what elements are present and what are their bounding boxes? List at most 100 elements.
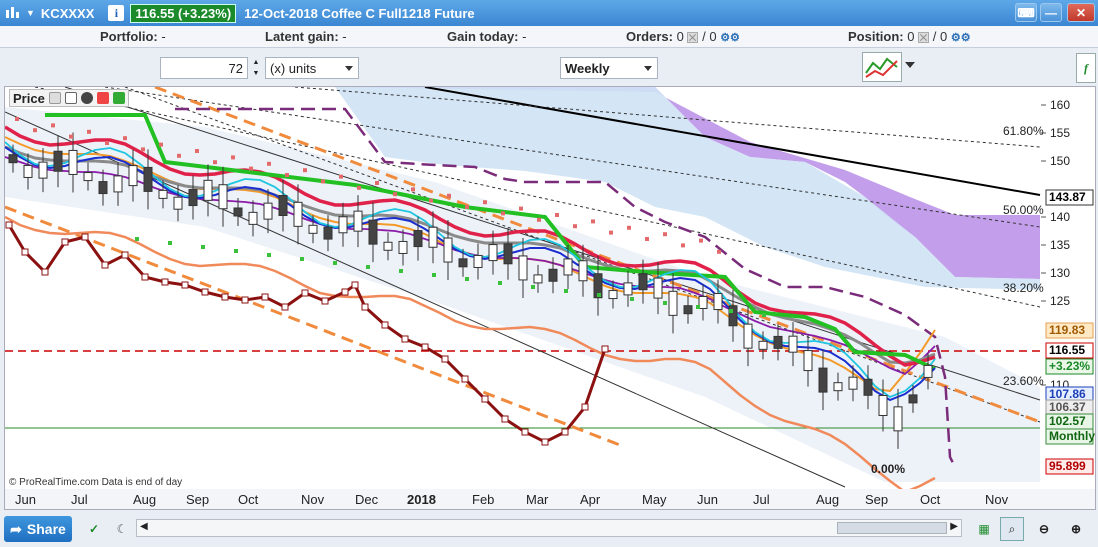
sar-dot: [15, 117, 19, 121]
candle-body: [548, 268, 558, 282]
candle-body: [758, 340, 768, 350]
momentum-point: [221, 293, 229, 301]
zoom-out-icon[interactable]: ⊖: [1032, 517, 1056, 541]
close-button[interactable]: ✕: [1067, 3, 1095, 22]
time-axis-label: Oct: [920, 492, 941, 507]
units-select[interactable]: (x) units: [265, 57, 359, 79]
position-count: 0: [907, 29, 915, 44]
instrument-description: 12-Oct-2018 Coffee C Full1218 Future: [244, 5, 475, 21]
sar-dot: [498, 281, 502, 285]
momentum-point: [421, 343, 429, 351]
candle-body: [413, 230, 423, 248]
time-axis-label: Feb: [472, 492, 494, 507]
share-button[interactable]: ➦ Share: [4, 516, 72, 542]
gear-icon[interactable]: ⚙⚙: [720, 32, 740, 44]
gear-icon[interactable]: ⚙⚙: [951, 32, 971, 44]
window-icon[interactable]: [64, 92, 77, 104]
sar-dot: [321, 179, 325, 184]
period-select[interactable]: Weekly: [560, 57, 658, 79]
sar-dot: [609, 230, 613, 235]
time-axis-label: Aug: [133, 492, 156, 507]
candle-body: [833, 382, 843, 392]
units-input[interactable]: 72: [160, 57, 248, 79]
close-position-icon[interactable]: [918, 32, 930, 44]
symbol-name[interactable]: KCXXXX: [41, 6, 94, 21]
time-scrollbar[interactable]: ◀ ▶: [136, 519, 962, 537]
sar-dot: [375, 181, 379, 185]
momentum-point: [351, 281, 359, 289]
candle-body: [908, 394, 918, 404]
sar-dot: [195, 149, 199, 153]
sar-dot: [267, 161, 271, 166]
chart-toolbar: 72 ▲ ▼ (x) units Weekly f: [0, 48, 1098, 86]
sar-dot: [717, 249, 721, 254]
info-icon[interactable]: i: [108, 5, 125, 21]
sar-dot: [465, 277, 469, 281]
zoom-box-icon[interactable]: ⌕: [1000, 517, 1024, 541]
momentum-point: [21, 248, 29, 256]
price-tag-text: 119.83: [1049, 323, 1085, 337]
momentum-point: [501, 415, 509, 423]
copyright-text: © ProRealTime.com Data is end of day: [9, 477, 182, 488]
price-tick-label: 160: [1050, 98, 1070, 112]
period-value: Weekly: [565, 60, 610, 76]
side-panel-button[interactable]: f: [1076, 53, 1096, 83]
units-stepper[interactable]: ▲ ▼: [249, 57, 263, 79]
candle-body: [203, 179, 213, 201]
arrow-down-icon[interactable]: [96, 92, 109, 104]
minimize-button[interactable]: —: [1040, 3, 1062, 22]
checklist-icon[interactable]: ✓: [82, 517, 106, 541]
zoom-in-icon[interactable]: ⊕: [1064, 517, 1088, 541]
scroll-right-icon[interactable]: ▶: [950, 521, 958, 532]
momentum-point: [361, 303, 369, 311]
candle-body: [428, 226, 438, 248]
indicators-button[interactable]: [862, 52, 902, 82]
close-icon[interactable]: [80, 92, 93, 104]
scroll-thumb[interactable]: [837, 522, 947, 534]
sar-dot: [231, 155, 235, 160]
price-tag-text: 116.55: [1049, 343, 1085, 357]
price-tick-label: 155: [1050, 126, 1070, 140]
auto-scale-icon[interactable]: ▦: [972, 517, 996, 541]
stethoscope-icon[interactable]: ☾: [110, 517, 134, 541]
price-tag-text: 143.87: [1049, 190, 1086, 204]
price-tick-label: 140: [1050, 210, 1070, 224]
sar-dot: [399, 269, 403, 273]
sar-dot: [33, 128, 37, 133]
sar-dot: [465, 205, 469, 209]
sar-dot: [51, 123, 55, 128]
indicators-dropdown[interactable]: [905, 62, 915, 68]
time-axis-label: Apr: [580, 492, 601, 507]
candle-body: [398, 240, 408, 254]
candle-body: [83, 172, 93, 182]
candle-body: [263, 202, 273, 220]
sar-dot: [663, 232, 667, 237]
cancel-orders-icon[interactable]: [687, 32, 699, 44]
momentum-point: [81, 233, 89, 241]
orders-label: Orders:: [626, 29, 673, 44]
portfolio-label: Portfolio:: [100, 29, 158, 44]
price-chart[interactable]: Price 160 155 150 140 135 130 125 110 143.87 119.…: [4, 86, 1096, 510]
momentum-point: [161, 278, 169, 286]
candle-body: [803, 350, 813, 372]
arrow-up-icon[interactable]: [112, 92, 125, 104]
candle-body: [623, 282, 633, 296]
sar-dot: [597, 293, 601, 297]
candle-body: [158, 189, 168, 199]
chevron-down-icon[interactable]: ▼: [26, 8, 35, 18]
scroll-left-icon[interactable]: ◀: [140, 521, 148, 532]
time-axis-label: Sep: [186, 492, 209, 507]
momentum-point: [261, 293, 269, 301]
wrench-icon[interactable]: [48, 92, 61, 104]
portfolio-info: Portfolio: -: [100, 29, 166, 44]
candle-body: [458, 258, 468, 268]
candle-body: [368, 219, 378, 245]
momentum-point: [301, 289, 309, 297]
momentum-point: [541, 438, 549, 446]
time-axis-label: Nov: [301, 492, 325, 507]
candle-body: [53, 150, 63, 172]
sar-dot: [429, 198, 433, 203]
chevron-down-icon: [345, 66, 353, 71]
price-tick-label: 150: [1050, 154, 1070, 168]
keyboard-icon[interactable]: ⌨: [1015, 3, 1037, 22]
